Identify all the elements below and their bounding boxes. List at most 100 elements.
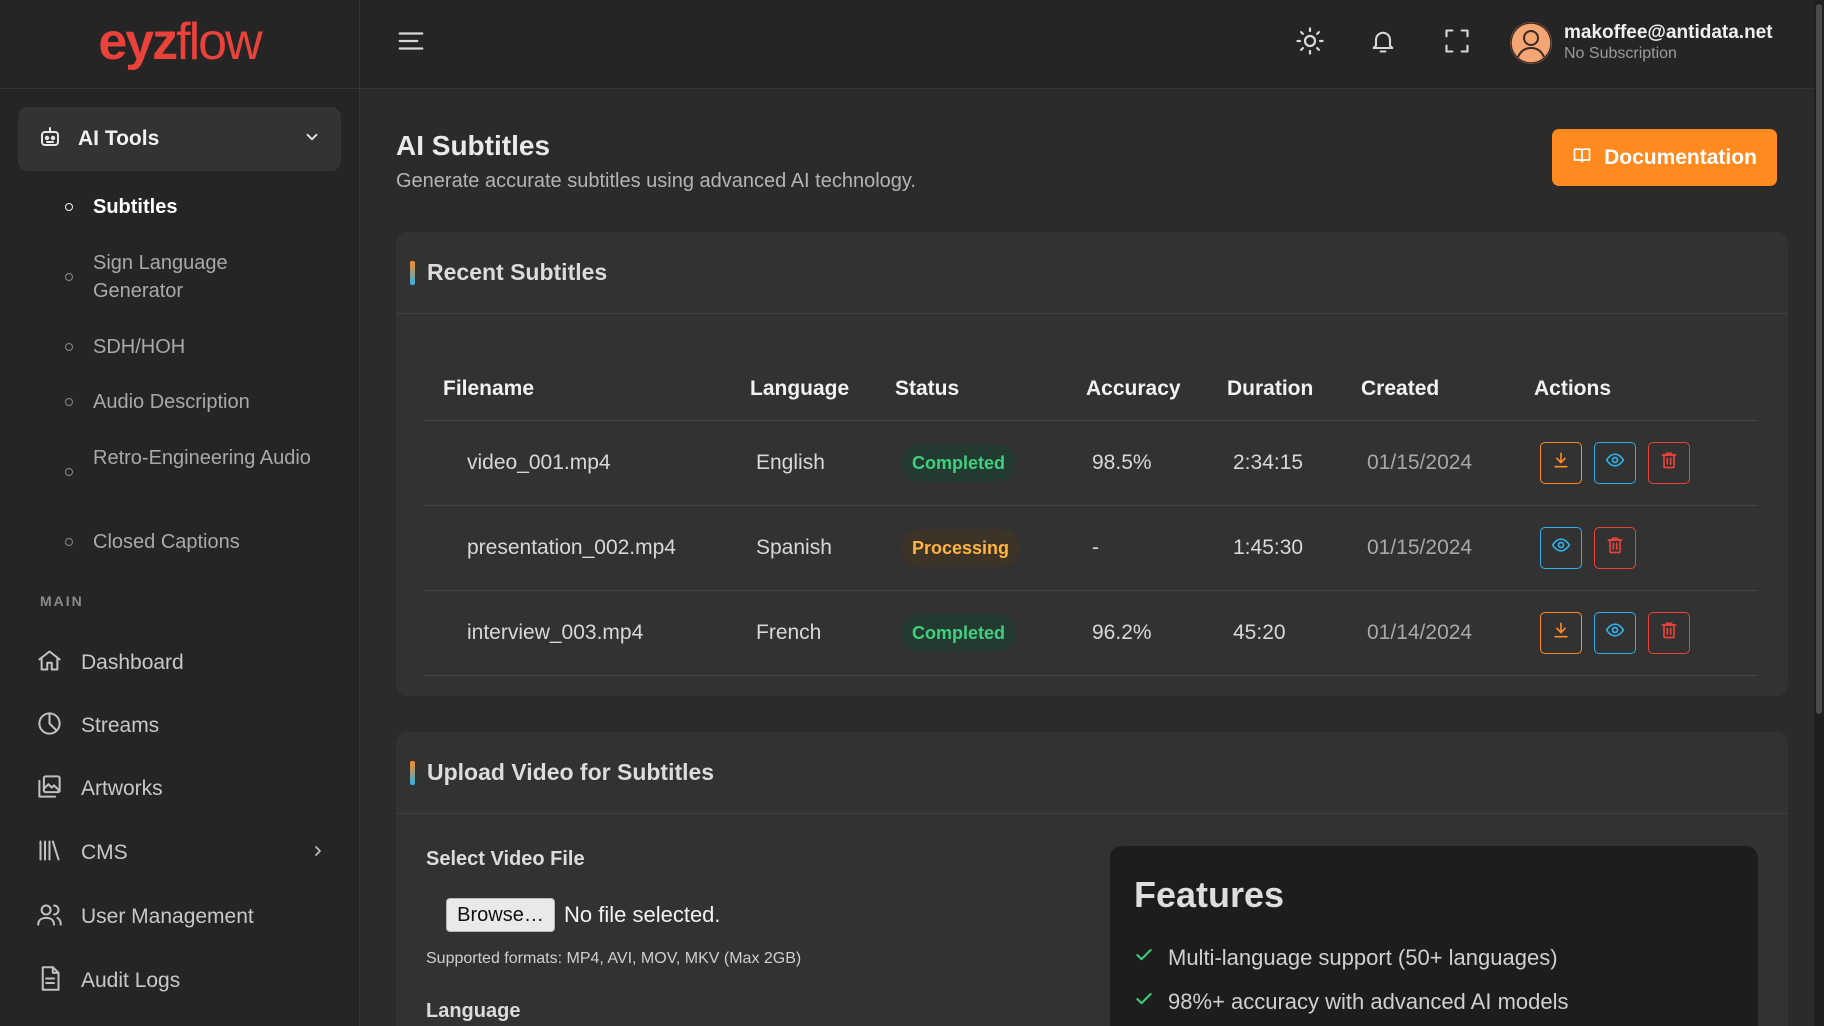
hamburger-icon (396, 26, 426, 61)
user-meta: makoffee@antidata.net No Subscription (1564, 22, 1773, 64)
language-cell: English (750, 420, 895, 506)
bell-icon (1369, 27, 1397, 60)
row-actions (1534, 526, 1758, 569)
subtitles-table: Filename Language Status Accuracy Durati… (425, 358, 1758, 676)
menu-toggle-button[interactable] (394, 26, 428, 60)
sidebar-item-label: Dashboard (81, 651, 184, 674)
accuracy-cell: 96.2% (1086, 590, 1227, 676)
filename-cell: presentation_002.mp4 (425, 505, 750, 591)
delete-button[interactable] (1648, 441, 1690, 484)
trash-icon (1659, 450, 1679, 476)
status-badge: Processing (901, 528, 1021, 567)
documentation-button[interactable]: Documentation (1552, 129, 1777, 186)
sidebar-item-audio-description[interactable]: Audio Description (60, 388, 313, 416)
brand-logo[interactable]: eyzflow (98, 13, 262, 71)
sidebar-item-label: SDH/HOH (93, 336, 186, 358)
created-cell: 01/15/2024 (1361, 505, 1534, 591)
ai-tools-group-toggle[interactable]: AI Tools (18, 107, 341, 171)
accuracy-cell: 98.5% (1086, 420, 1227, 506)
images-icon (36, 773, 63, 805)
row-actions (1534, 611, 1758, 654)
sidebar-item-artworks[interactable]: Artworks (36, 769, 326, 809)
sidebar-item-retro-engineering[interactable]: Retro-Engineering Audio (60, 444, 313, 476)
page-title: AI Subtitles (396, 130, 551, 161)
view-button[interactable] (1540, 526, 1582, 569)
user-menu[interactable]: makoffee@antidata.net No Subscription (1510, 22, 1773, 64)
sidebar-item-streams[interactable]: Streams (36, 706, 326, 746)
status-badge: Completed (901, 443, 1017, 482)
sidebar-item-label: Streams (81, 714, 160, 737)
browse-button[interactable]: Browse… (446, 898, 555, 932)
download-button[interactable] (1540, 441, 1582, 484)
column-header[interactable]: Language (750, 358, 895, 421)
theme-toggle-button[interactable] (1293, 26, 1327, 60)
sidebar-item-label: Subtitles (93, 196, 178, 218)
fullscreen-button[interactable] (1440, 26, 1474, 60)
duration-cell: 45:20 (1227, 590, 1361, 676)
created-cell: 01/15/2024 (1361, 420, 1534, 506)
card-header: Upload Video for Subtitles (396, 732, 1788, 814)
features-title: Features (1134, 874, 1285, 915)
download-button[interactable] (1540, 611, 1582, 654)
expand-icon (1443, 27, 1471, 60)
file-status: No file selected. (564, 902, 721, 927)
feature-item: 98%+ accuracy with advanced AI models (1134, 980, 1734, 1024)
sidebar-item-label: Artworks (81, 777, 163, 800)
accuracy-cell: - (1086, 505, 1227, 591)
language-field-label: Language (426, 1000, 521, 1022)
created-cell: 01/14/2024 (1361, 590, 1534, 676)
pie-chart-icon (36, 710, 63, 742)
sidebar-item-label: Retro-Engineering Audio (93, 447, 311, 469)
sidebar-item-user-management[interactable]: User Management (36, 897, 326, 937)
status-badge: Completed (901, 613, 1017, 652)
sidebar-item-closed-captions[interactable]: Closed Captions (60, 528, 313, 556)
sidebar-item-label: CMS (81, 841, 128, 864)
file-input[interactable]: Browse… No file selected. (446, 898, 721, 932)
bullet-icon (65, 538, 73, 546)
user-email: makoffee@antidata.net (1564, 22, 1773, 43)
upload-card: Upload Video for Subtitles Select Video … (396, 732, 1788, 1026)
view-button[interactable] (1594, 611, 1636, 654)
page-scrollbar[interactable] (1814, 0, 1824, 1026)
sidebar-item-audit-logs[interactable]: Audit Logs (36, 961, 326, 1001)
sidebar-item-label: Sign Language Generator (93, 252, 228, 302)
feature-item: Multi-language support (50+ languages) (1134, 936, 1734, 980)
trash-icon (1659, 620, 1679, 646)
notifications-button[interactable] (1366, 26, 1400, 60)
trash-icon (1605, 535, 1625, 561)
delete-button[interactable] (1648, 611, 1690, 654)
table-row: presentation_002.mp4 Spanish Processing … (425, 505, 1758, 591)
robot-icon (38, 125, 62, 154)
download-icon (1551, 450, 1571, 476)
filename-cell: video_001.mp4 (425, 420, 750, 506)
scrollbar-thumb[interactable] (1816, 4, 1822, 714)
delete-button[interactable] (1594, 526, 1636, 569)
download-icon (1551, 620, 1571, 646)
table-row: video_001.mp4 English Completed 98.5% 2:… (425, 420, 1758, 506)
check-icon (1134, 945, 1168, 971)
view-button[interactable] (1594, 441, 1636, 484)
column-header[interactable]: Created (1361, 358, 1534, 421)
home-icon (36, 647, 63, 679)
table-header-row: Filename Language Status Accuracy Durati… (425, 358, 1758, 421)
duration-cell: 2:34:15 (1227, 420, 1361, 506)
column-header[interactable]: Status (895, 358, 1086, 421)
sidebar-item-cms[interactable]: CMS (36, 833, 326, 873)
bullet-icon (65, 343, 73, 351)
sidebar-item-label: Audio Description (93, 391, 250, 413)
file-field-label: Select Video File (426, 848, 585, 870)
sidebar-item-sign-language[interactable]: Sign Language Generator (60, 249, 313, 305)
column-header[interactable]: Filename (425, 358, 750, 421)
sun-icon (1295, 26, 1325, 61)
card-title: Recent Subtitles (427, 259, 608, 285)
sidebar-item-subtitles[interactable]: Subtitles (60, 193, 313, 221)
column-header[interactable]: Accuracy (1086, 358, 1227, 421)
card-title: Upload Video for Subtitles (427, 759, 715, 785)
column-header[interactable]: Duration (1227, 358, 1361, 421)
chevron-down-icon (303, 128, 321, 151)
logo-part-1: eyz (98, 13, 178, 71)
filename-cell: interview_003.mp4 (425, 590, 750, 676)
language-cell: Spanish (750, 505, 895, 591)
sidebar-item-sdh-hoh[interactable]: SDH/HOH (60, 333, 313, 361)
sidebar-item-dashboard[interactable]: Dashboard (36, 643, 326, 683)
